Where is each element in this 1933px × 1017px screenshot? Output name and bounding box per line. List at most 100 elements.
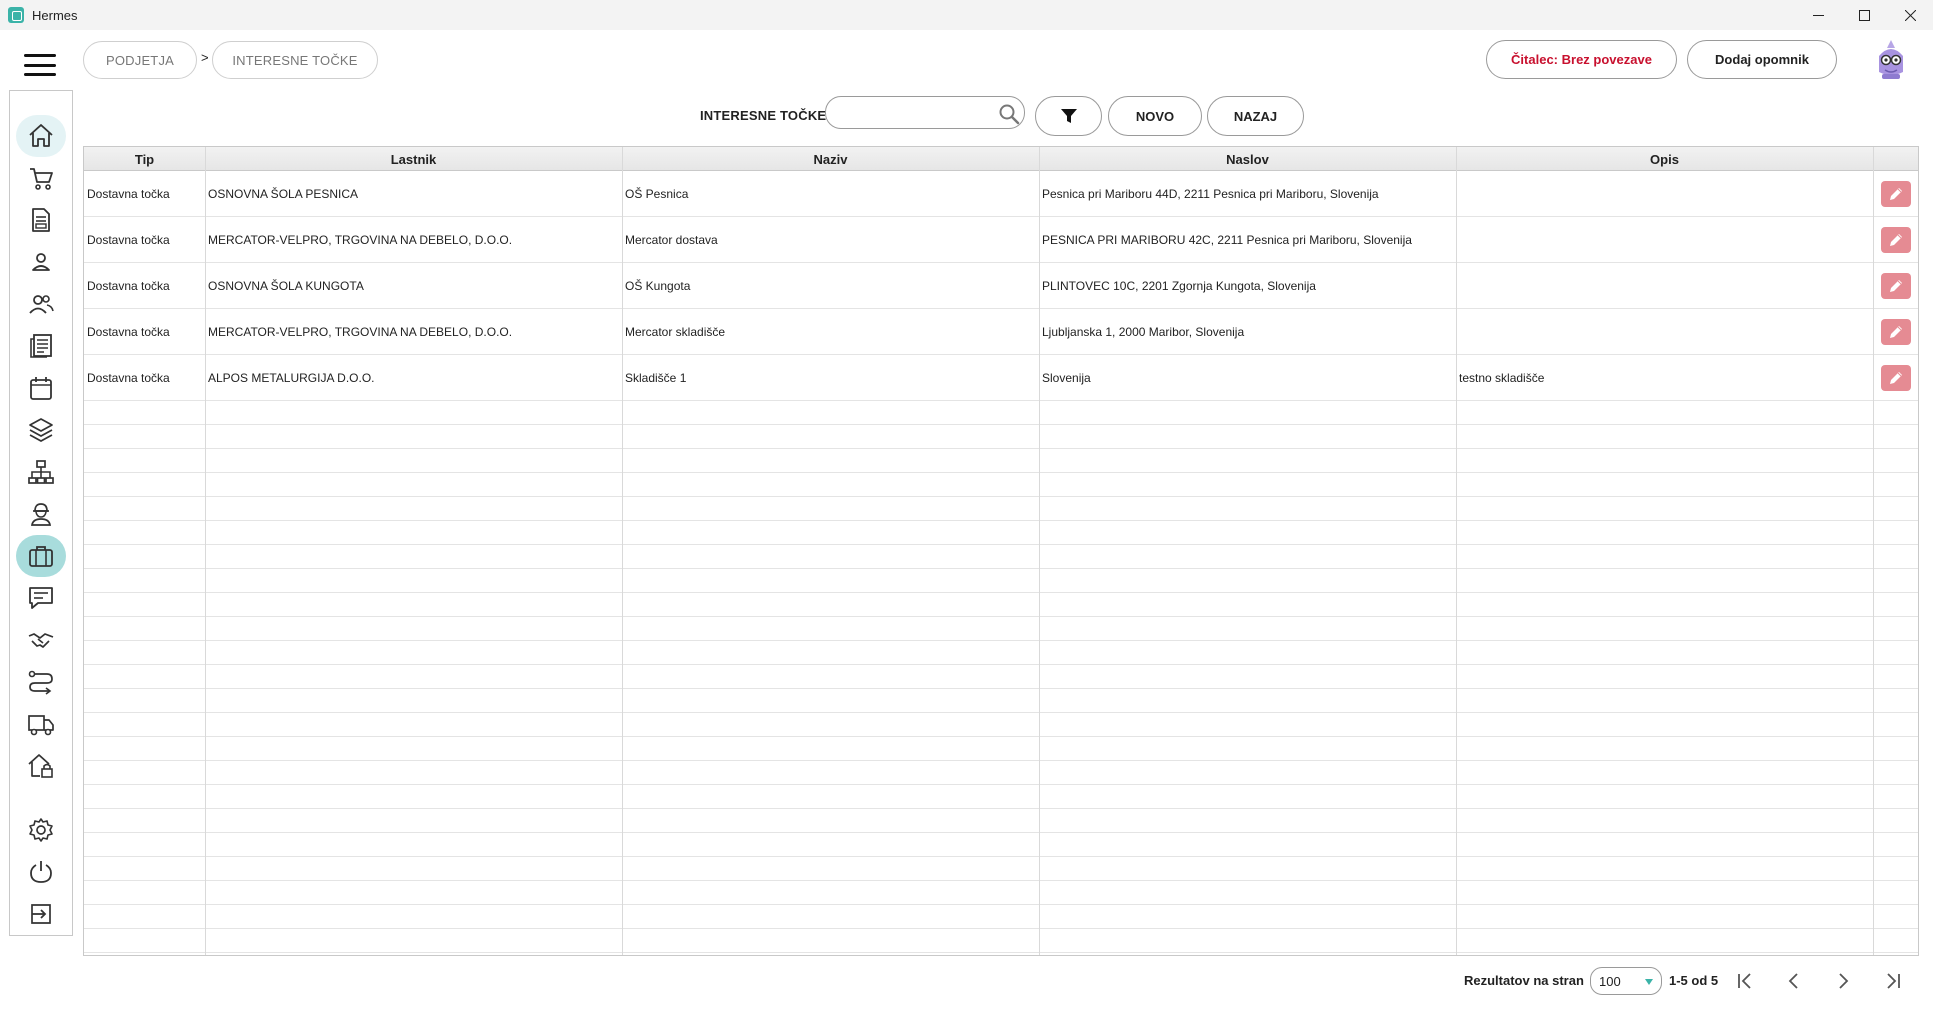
sidebar-item-cart[interactable] [16, 159, 66, 197]
sidebar-item-home[interactable] [16, 115, 66, 157]
cell-tip: Dostavna točka [87, 232, 170, 247]
close-button[interactable] [1887, 0, 1933, 30]
sidebar-item-network[interactable] [16, 453, 66, 491]
cell-naziv: Skladišče 1 [625, 370, 687, 385]
empty-table-row [84, 809, 1918, 833]
sidebar-item-logout[interactable] [16, 895, 66, 933]
column-header-lastnik[interactable]: Lastnik [205, 147, 622, 171]
sidebar-item-handshake[interactable] [16, 621, 66, 659]
briefcase-icon [29, 546, 53, 567]
sidebar-item-settings[interactable] [16, 811, 66, 849]
table-row[interactable]: Dostavna točka OSNOVNA ŠOLA PESNICA OŠ Pes… [84, 171, 1918, 217]
chevron-right-icon [1839, 973, 1849, 989]
edit-row-button[interactable] [1881, 181, 1911, 207]
column-divider [622, 147, 623, 955]
pencil-icon [1890, 234, 1902, 246]
column-header-tip[interactable]: Tip [84, 147, 205, 171]
menu-bar [24, 63, 56, 67]
cell-opis [1456, 263, 1873, 308]
sidebar [9, 90, 73, 936]
minimize-icon [1812, 14, 1824, 16]
next-page-button[interactable] [1828, 966, 1858, 996]
edit-row-button[interactable] [1881, 227, 1911, 253]
empty-table-row [84, 473, 1918, 497]
sidebar-item-power[interactable] [16, 853, 66, 891]
sidebar-item-chat[interactable] [16, 579, 66, 617]
column-header-naslov[interactable]: Naslov [1039, 147, 1456, 171]
sidebar-item-warehouse[interactable] [16, 747, 66, 785]
cell-naslov: PESNICA PRI MARIBORU 42C, 2211 Pesnica p… [1042, 232, 1412, 247]
breadcrumb-podjetja[interactable]: PODJETJA [83, 41, 197, 79]
column-divider [205, 147, 206, 955]
page-size-select[interactable]: 100 [1590, 967, 1662, 995]
edit-row-button[interactable] [1881, 365, 1911, 391]
close-icon [1904, 9, 1916, 21]
table-header: Tip Lastnik Naziv Naslov Opis [84, 147, 1918, 171]
person-icon [32, 253, 50, 271]
cart-icon [30, 168, 53, 190]
sidebar-item-worker[interactable] [16, 495, 66, 533]
empty-table-row [84, 617, 1918, 641]
sidebar-item-people[interactable] [16, 285, 66, 323]
breadcrumb-interesne-tocke[interactable]: INTERESNE TOČKE [212, 41, 378, 79]
empty-table-row [84, 689, 1918, 713]
sidebar-item-route[interactable] [16, 663, 66, 701]
route-icon [28, 670, 53, 695]
title-bar: Hermes [0, 0, 1933, 30]
column-header-opis[interactable]: Opis [1456, 147, 1873, 171]
people-icon [29, 295, 54, 314]
hamburger-menu-button[interactable] [24, 54, 56, 76]
add-reminder-button[interactable]: Dodaj opomnik [1687, 40, 1837, 79]
menu-bar [24, 73, 56, 76]
sidebar-item-truck[interactable] [16, 705, 66, 743]
column-divider [1456, 147, 1457, 955]
sidebar-item-calendar[interactable] [16, 369, 66, 407]
filter-button[interactable] [1035, 96, 1102, 136]
minimize-button[interactable] [1795, 0, 1841, 30]
search-field[interactable] [825, 96, 1025, 129]
empty-table-row [84, 665, 1918, 689]
breadcrumb-separator: > [201, 50, 209, 65]
cell-lastnik: MERCATOR-VELPRO, TRGOVINA NA DEBELO, D.O… [208, 232, 513, 247]
sidebar-item-person[interactable] [16, 243, 66, 281]
empty-table-row [84, 497, 1918, 521]
pencil-icon [1890, 188, 1902, 200]
reader-status-button[interactable]: Čitalec: Brez povezave [1486, 40, 1677, 79]
maximize-button[interactable] [1841, 0, 1887, 30]
search-input[interactable] [838, 97, 998, 128]
table-row[interactable]: Dostavna točka OSNOVNA ŠOLA KUNGOTA OŠ Kun… [84, 263, 1918, 309]
empty-table-row [84, 545, 1918, 569]
cell-tip: Dostavna točka [87, 324, 170, 339]
table-row[interactable]: Dostavna točka MERCATOR-VELPRO, TRGOVINA … [84, 309, 1918, 355]
sidebar-item-news[interactable] [16, 327, 66, 365]
back-button[interactable]: NAZAJ [1207, 96, 1304, 136]
empty-table-row [84, 425, 1918, 449]
last-page-button[interactable] [1878, 966, 1908, 996]
column-header-naziv[interactable]: Naziv [622, 147, 1039, 171]
new-button[interactable]: NOVO [1108, 96, 1202, 136]
cell-naziv: OŠ Pesnica [625, 186, 689, 201]
edit-row-button[interactable] [1881, 273, 1911, 299]
edit-row-button[interactable] [1881, 319, 1911, 345]
table-row[interactable]: Dostavna točka MERCATOR-VELPRO, TRGOVINA … [84, 217, 1918, 263]
first-page-button[interactable] [1730, 966, 1760, 996]
cell-opis [1456, 309, 1873, 354]
table-row[interactable]: Dostavna točka ALPOS METALURGIJA D.O.O. Sk… [84, 355, 1918, 401]
menu-bar [24, 54, 56, 57]
empty-table-row [84, 833, 1918, 857]
sidebar-item-documents[interactable] [16, 201, 66, 239]
result-range: 1-5 od 5 [1669, 973, 1719, 988]
empty-table-row [84, 401, 1918, 425]
previous-page-button[interactable] [1779, 966, 1809, 996]
empty-table-row [84, 521, 1918, 545]
cell-opis: testno skladišče [1459, 370, 1545, 385]
sidebar-item-briefcase[interactable] [16, 535, 66, 577]
empty-table-row [84, 569, 1918, 593]
first-page-icon [1738, 973, 1751, 989]
section-title: INTERESNE TOČKE [700, 108, 827, 123]
cell-lastnik: ALPOS METALURGIJA D.O.O. [208, 370, 375, 385]
pencil-icon [1890, 326, 1902, 338]
sidebar-item-layers[interactable] [16, 411, 66, 449]
search-icon[interactable] [998, 103, 1020, 125]
mascot-avatar-icon[interactable] [1873, 38, 1909, 82]
